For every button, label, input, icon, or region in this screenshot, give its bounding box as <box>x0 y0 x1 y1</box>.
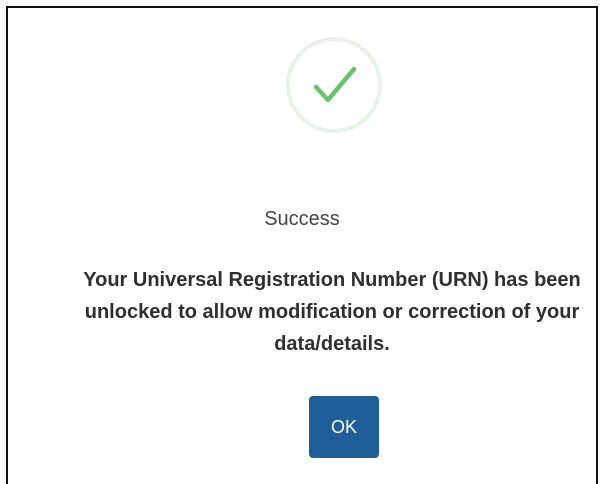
ok-button[interactable]: OK <box>309 396 379 458</box>
check-icon <box>313 66 357 103</box>
success-dialog: Success Your Universal Registration Numb… <box>6 6 598 484</box>
dialog-message: Your Universal Registration Number (URN)… <box>83 269 581 355</box>
dialog-title: Success <box>264 208 340 230</box>
success-icon-circle <box>286 37 382 133</box>
